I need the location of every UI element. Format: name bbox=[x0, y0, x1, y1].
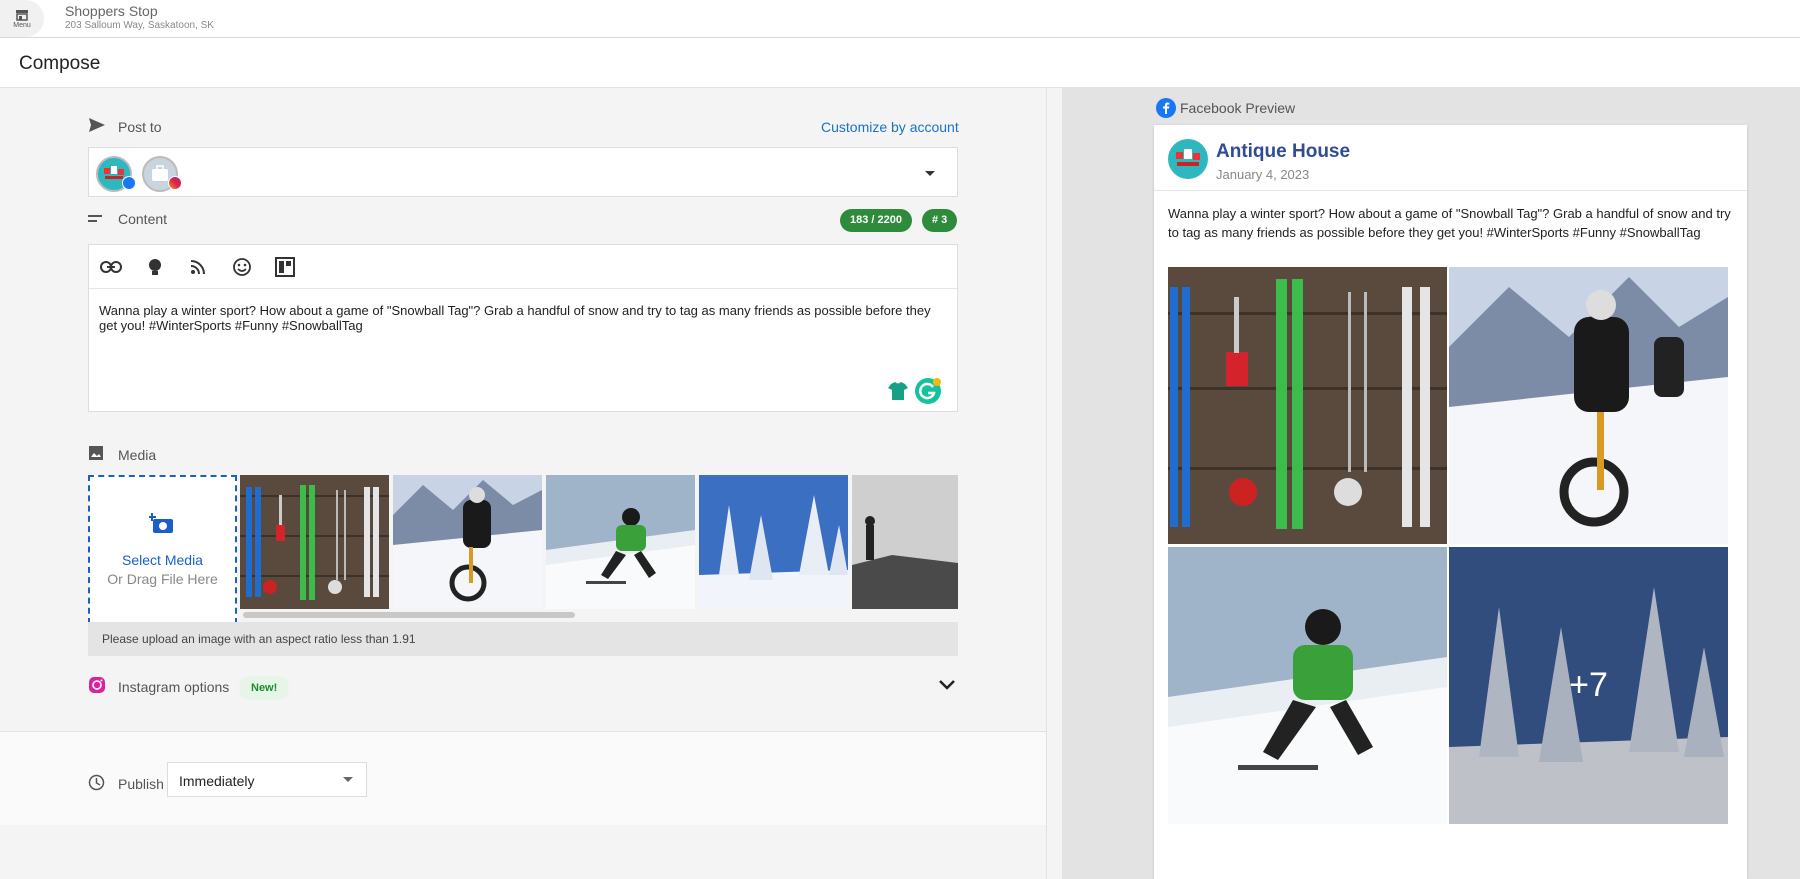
shirt-extension-icon[interactable] bbox=[885, 378, 911, 404]
rss-feed-icon[interactable] bbox=[186, 255, 210, 279]
page-title: Compose bbox=[19, 53, 101, 74]
preview-panel: Facebook Preview Antique House January 4… bbox=[1062, 88, 1800, 879]
media-text: Media bbox=[118, 446, 157, 463]
more-images-count: +7 bbox=[1449, 547, 1728, 824]
image-icon bbox=[88, 445, 110, 464]
avatar bbox=[1168, 139, 1208, 179]
account-selector[interactable] bbox=[88, 147, 958, 197]
facebook-icon bbox=[122, 176, 136, 190]
compose-panel: Post to Customize by account Content 183 bbox=[0, 88, 1047, 879]
divider bbox=[1154, 190, 1747, 191]
editor-toolbar bbox=[89, 245, 957, 289]
media-thumbnail[interactable] bbox=[699, 475, 848, 609]
store-address: 203 Salloum Way, Saskatoon, SK bbox=[65, 20, 214, 31]
chevron-down-icon[interactable] bbox=[925, 171, 935, 176]
facebook-preview-label: Facebook Preview bbox=[1156, 98, 1295, 118]
new-badge: New! bbox=[239, 676, 290, 700]
emoji-icon[interactable] bbox=[230, 255, 254, 279]
preview-image-more: +7 bbox=[1449, 547, 1728, 824]
facebook-post-preview: Antique House January 4, 2023 Wanna play… bbox=[1154, 125, 1747, 879]
preview-image bbox=[1168, 267, 1447, 544]
facebook-preview-text: Facebook Preview bbox=[1180, 100, 1296, 116]
menu-button[interactable]: Menu bbox=[0, 0, 44, 37]
media-thumbnail[interactable] bbox=[546, 475, 695, 609]
store-name: Shoppers Stop bbox=[65, 3, 158, 19]
media-label: Media bbox=[88, 445, 156, 464]
facebook-icon bbox=[1156, 98, 1176, 118]
text-lines-icon bbox=[88, 211, 110, 227]
publish-label: Publish bbox=[88, 774, 164, 794]
preview-image bbox=[1168, 547, 1447, 824]
customize-by-account-link[interactable]: Customize by account bbox=[821, 119, 959, 135]
media-scrollbar[interactable] bbox=[243, 612, 575, 618]
menu-label: Menu bbox=[13, 21, 31, 29]
lightbulb-icon[interactable] bbox=[143, 255, 167, 279]
post-to-text: Post to bbox=[118, 118, 162, 135]
content-text: Content bbox=[118, 211, 168, 227]
select-media-label: Select Media bbox=[122, 552, 203, 568]
account-name: Antique House bbox=[1216, 141, 1351, 162]
instagram-options-label: Instagram options bbox=[88, 676, 229, 697]
drag-file-label: Or Drag File Here bbox=[107, 571, 218, 587]
media-thumbnail[interactable] bbox=[393, 475, 542, 609]
grammarly-icon[interactable] bbox=[915, 378, 941, 404]
publish-text: Publish bbox=[118, 776, 164, 792]
template-icon[interactable] bbox=[273, 255, 297, 279]
store-icon bbox=[16, 9, 28, 21]
send-icon bbox=[88, 117, 110, 136]
post-date: January 4, 2023 bbox=[1216, 167, 1310, 182]
select-media-dropzone[interactable]: Select Media Or Drag File Here bbox=[88, 475, 237, 624]
instagram-icon bbox=[168, 176, 182, 190]
media-thumbnail[interactable] bbox=[240, 475, 389, 609]
content-editor: Wanna play a winter sport? How about a g… bbox=[88, 244, 958, 412]
hashtag-count-badge: # 3 bbox=[922, 209, 958, 232]
character-count-badge: 183 / 2200 bbox=[840, 209, 912, 232]
instagram-options-text: Instagram options bbox=[118, 678, 230, 695]
link-icon[interactable] bbox=[99, 255, 123, 279]
clock-icon bbox=[88, 774, 110, 794]
preview-image bbox=[1449, 267, 1728, 544]
publish-selected-value: Immediately bbox=[179, 773, 255, 789]
compose-header: Compose bbox=[0, 38, 1800, 88]
media-thumbnail[interactable] bbox=[852, 475, 958, 609]
post-to-label: Post to bbox=[88, 117, 162, 136]
instagram-icon bbox=[88, 676, 110, 697]
top-bar: Menu Shoppers Stop 203 Salloum Way, Sask… bbox=[0, 0, 1800, 38]
content-label: Content bbox=[88, 211, 167, 227]
publish-timing-select[interactable]: Immediately bbox=[167, 762, 367, 797]
publish-section: Publish bbox=[0, 731, 1046, 825]
chevron-down-icon bbox=[343, 777, 353, 782]
add-photo-icon bbox=[149, 513, 173, 533]
post-text-input[interactable]: Wanna play a winter sport? How about a g… bbox=[99, 303, 939, 333]
preview-post-text: Wanna play a winter sport? How about a g… bbox=[1168, 206, 1731, 240]
aspect-ratio-warning: Please upload an image with an aspect ra… bbox=[88, 622, 958, 656]
chevron-down-icon[interactable] bbox=[937, 678, 957, 697]
